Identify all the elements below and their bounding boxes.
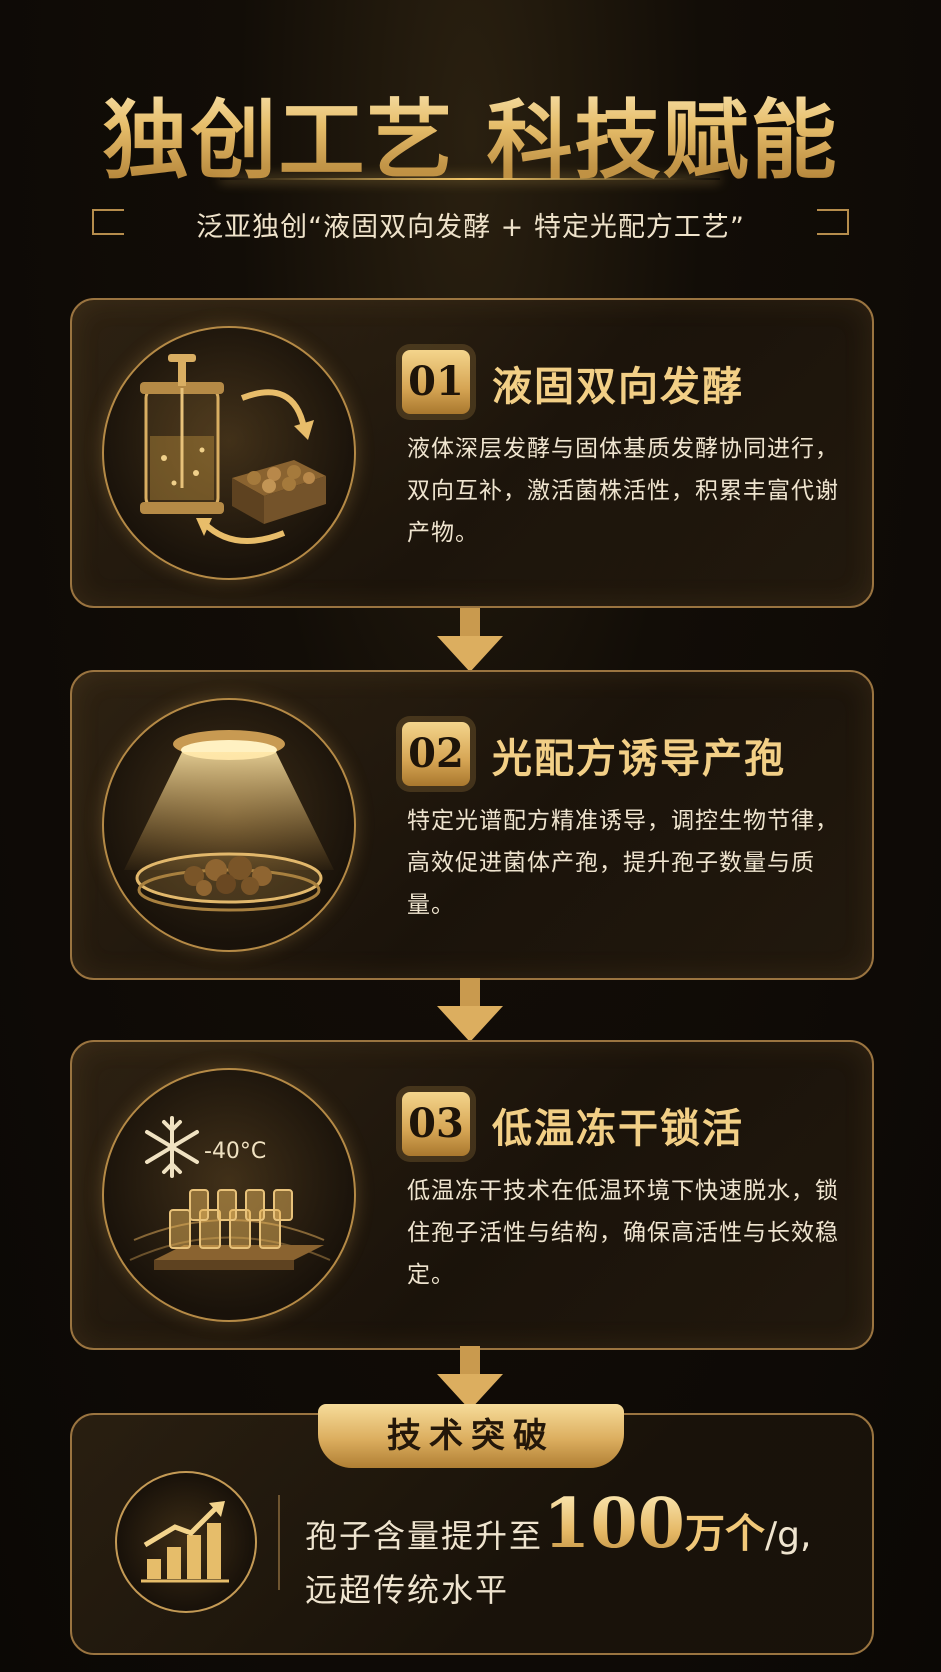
breakthrough-badge: 技术突破 (318, 1404, 624, 1468)
step-card-3: -40°C 03 低温冻干锁活 低温冻干技术在低温环境下快速脱水，锁住孢子活性与… (70, 1040, 874, 1350)
stat-line-2: 远超传统水平 (305, 1571, 510, 1609)
step-card-2: 02 光配方诱导产孢 特定光谱配方精准诱导，调控生物节律，高效促进菌体产孢，提升… (70, 670, 874, 980)
growth-chart-icon (115, 1471, 257, 1613)
svg-text:-40°C: -40°C (204, 1139, 266, 1164)
step-description: 液体深层发酵与固体基质发酵协同进行，双向互补，激活菌株活性，积累丰富代谢产物。 (407, 436, 839, 546)
freeze-dry-vials-icon: -40°C (102, 1068, 356, 1322)
down-arrow-icon (437, 1346, 503, 1410)
step-description: 低温冻干技术在低温环境下快速脱水，锁住孢子活性与结构，确保高活性与长效稳定。 (407, 1178, 839, 1288)
stat-unit: 万个 (684, 1510, 765, 1557)
fermenter-and-solid-substrate-icon (102, 326, 356, 580)
step-number: 03 (402, 1092, 470, 1156)
step-title: 光配方诱导产孢 (492, 735, 786, 782)
down-arrow-icon (437, 978, 503, 1042)
stat-suffix: /g, (764, 1515, 812, 1556)
step-title: 低温冻干锁活 (492, 1105, 744, 1152)
stat-line-1: 孢子含量提升至100万个/g, (305, 1484, 811, 1564)
stat-value: 100 (543, 1484, 685, 1564)
step-number: 02 (402, 722, 470, 786)
subtitle: 泛亚独创“液固双向发酵 + 特定光配方工艺” (196, 212, 745, 243)
title-glow-divider (220, 178, 720, 180)
stat-prefix: 孢子含量提升至 (305, 1517, 544, 1555)
step-card-1: 01 液固双向发酵 液体深层发酵与固体基质发酵协同进行，双向互补，激活菌株活性，… (70, 298, 874, 608)
light-over-petri-dish-icon (102, 698, 356, 952)
stat-divider (278, 1495, 280, 1590)
step-number: 01 (402, 350, 470, 414)
right-bracket (817, 209, 849, 235)
snowflake-icon (145, 1116, 199, 1178)
step-description: 特定光谱配方精准诱导，调控生物节律，高效促进菌体产孢，提升孢子数量与质量。 (407, 808, 839, 918)
page-title: 独创工艺 科技赋能 (0, 70, 941, 195)
left-bracket (92, 209, 124, 235)
down-arrow-icon (437, 608, 503, 672)
step-title: 液固双向发酵 (492, 363, 744, 410)
subtitle-bar: 泛亚独创“液固双向发酵 + 特定光配方工艺” (92, 205, 849, 243)
